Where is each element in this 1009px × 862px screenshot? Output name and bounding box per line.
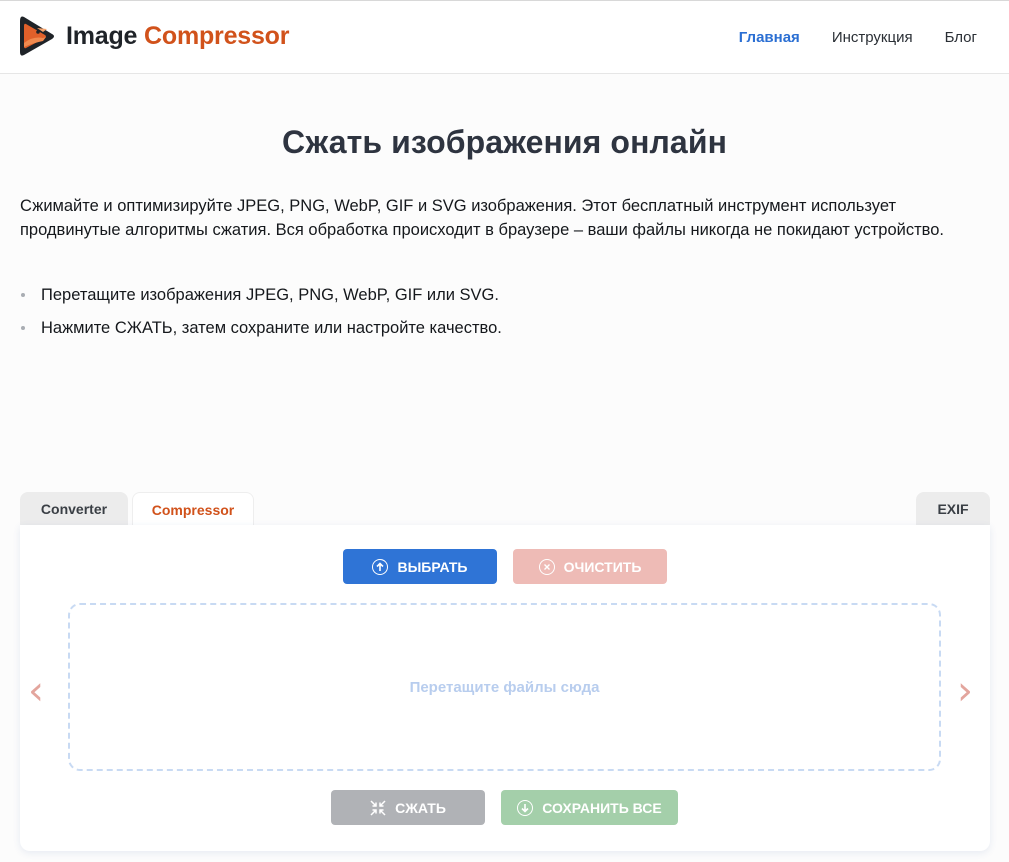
- upload-arrow-icon: [372, 558, 389, 575]
- clear-button[interactable]: ОЧИСТИТЬ: [513, 549, 667, 584]
- tip-item: Перетащите изображения JPEG, PNG, WebP, …: [20, 284, 502, 317]
- logo[interactable]: Image Compressor: [19, 16, 289, 56]
- drop-zone[interactable]: Перетащите файлы сюда: [68, 603, 941, 771]
- tip-item: Нажмите СЖАТЬ, затем сохраните или настр…: [20, 317, 502, 350]
- logo-word-image: Image: [66, 21, 138, 50]
- download-arrow-icon: [517, 799, 534, 816]
- save-all-button[interactable]: СОХРАНИТЬ ВСЕ: [501, 790, 678, 825]
- compressor-panel: ВЫБРАТЬ ОЧИСТИТЬ ‹ Перетащите файлы сюда…: [20, 525, 990, 851]
- tab-compressor[interactable]: Compressor: [132, 492, 254, 526]
- prev-arrow-icon[interactable]: ‹: [28, 671, 44, 711]
- select-button[interactable]: ВЫБРАТЬ: [343, 549, 497, 584]
- tips-list: Перетащите изображения JPEG, PNG, WebP, …: [20, 284, 502, 350]
- intro-text: Сжимайте и оптимизируйте JPEG, PNG, WebP…: [20, 197, 944, 239]
- close-circle-icon: [538, 558, 555, 575]
- nav-home[interactable]: Главная: [739, 29, 800, 46]
- compress-button-label: СЖАТЬ: [395, 799, 446, 816]
- select-button-label: ВЫБРАТЬ: [397, 558, 468, 575]
- nav-blog[interactable]: Блог: [945, 29, 977, 46]
- page-title: Сжать изображения онлайн: [281, 124, 728, 160]
- tab-converter[interactable]: Converter: [20, 492, 128, 526]
- bird-logo-icon: [19, 16, 57, 56]
- compress-icon: [370, 799, 386, 816]
- tab-exif[interactable]: EXIF: [916, 492, 990, 526]
- drop-zone-text: Перетащите файлы сюда: [409, 678, 600, 696]
- compress-button[interactable]: СЖАТЬ: [331, 790, 485, 825]
- clear-button-label: ОЧИСТИТЬ: [563, 558, 642, 575]
- logo-word-compressor: Compressor: [144, 21, 290, 50]
- main-nav: Главная Инструкция Блог: [739, 29, 977, 46]
- nav-instructions[interactable]: Инструкция: [832, 29, 913, 46]
- save-all-button-label: СОХРАНИТЬ ВСЕ: [542, 799, 662, 816]
- logo-text: Image Compressor: [66, 21, 290, 50]
- site-header: Image Compressor Главная Инструкция Блог: [0, 1, 1009, 74]
- next-arrow-icon[interactable]: ›: [957, 671, 973, 711]
